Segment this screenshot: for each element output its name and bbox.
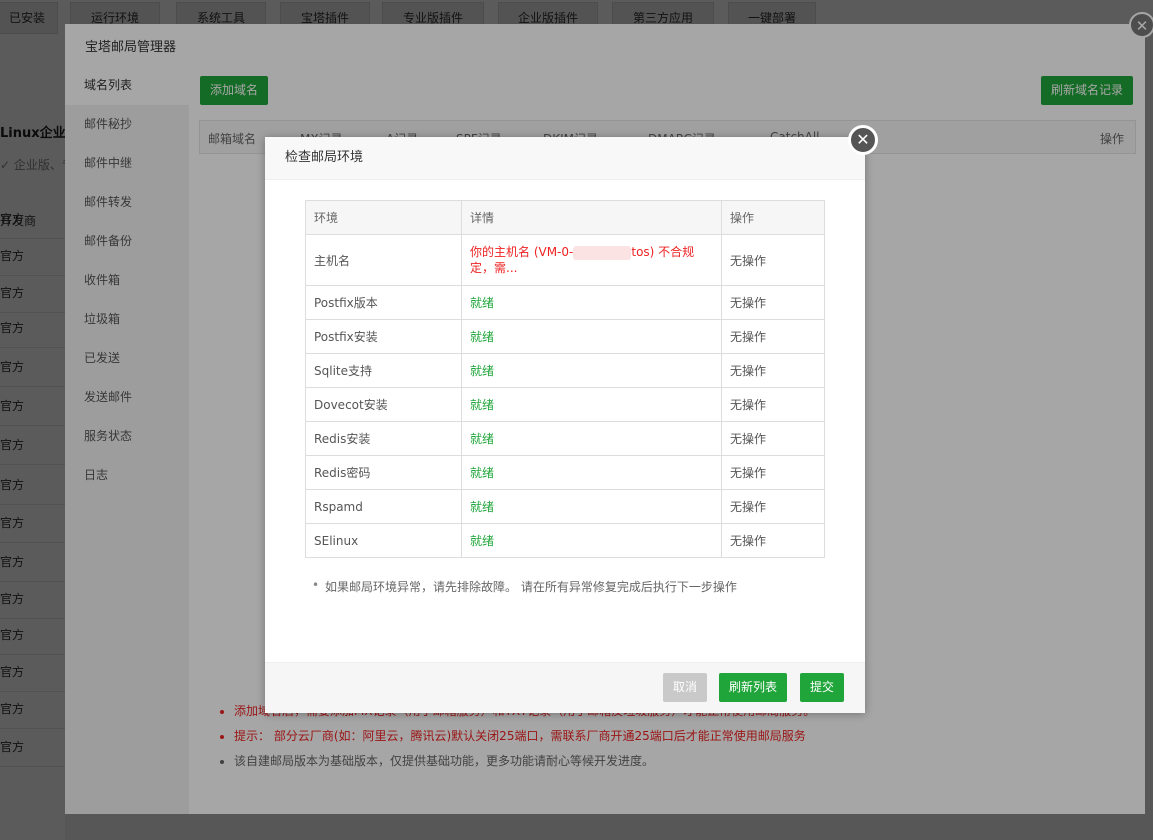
table-row: SElinux 就绪 无操作	[305, 523, 825, 558]
close-icon[interactable]: ✕	[848, 125, 878, 155]
env-detail: 就绪	[461, 353, 722, 388]
dialog-footer: 取消 刷新列表 提交	[265, 662, 865, 713]
env-name: Redis密码	[305, 455, 462, 490]
table-row: Postfix版本 就绪 无操作	[305, 285, 825, 320]
env-name: Sqlite支持	[305, 353, 462, 388]
env-detail: 你的主机名 (VM-0- tos) 不合规定，需...	[461, 234, 722, 286]
env-action: 无操作	[721, 387, 825, 422]
env-detail: 就绪	[461, 285, 722, 320]
table-row: Rspamd 就绪 无操作	[305, 489, 825, 524]
env-action: 无操作	[721, 319, 825, 354]
table-row: Dovecot安装 就绪 无操作	[305, 387, 825, 422]
env-name: Redis安装	[305, 421, 462, 456]
table-row: Sqlite支持 就绪 无操作	[305, 353, 825, 388]
dialog-note: 如果邮局环境异常，请先排除故障。 请在所有异常修复完成后执行下一步操作	[312, 578, 737, 595]
env-action: 无操作	[721, 421, 825, 456]
table-row: 主机名 你的主机名 (VM-0- tos) 不合规定，需... 无操作	[305, 234, 825, 286]
table-row: Postfix安装 就绪 无操作	[305, 319, 825, 354]
env-name: Postfix安装	[305, 319, 462, 354]
env-action: 无操作	[721, 353, 825, 388]
env-detail: 就绪	[461, 319, 722, 354]
env-name: SElinux	[305, 523, 462, 558]
table-row: Redis安装 就绪 无操作	[305, 421, 825, 456]
env-name: Rspamd	[305, 489, 462, 524]
column-header: 环境	[305, 200, 462, 235]
env-name: 主机名	[305, 234, 462, 286]
column-header: 操作	[721, 200, 825, 235]
env-detail: 就绪	[461, 421, 722, 456]
cancel-button[interactable]: 取消	[663, 673, 708, 702]
redacted-hostname	[573, 245, 632, 260]
submit-button[interactable]: 提交	[800, 673, 845, 702]
env-detail: 就绪	[461, 387, 722, 422]
dialog-title: 检查邮局环境	[265, 137, 865, 180]
env-action: 无操作	[721, 489, 825, 524]
table-header-row: 环境 详情 操作	[305, 200, 825, 235]
env-name: Dovecot安装	[305, 387, 462, 422]
env-detail: 就绪	[461, 455, 722, 490]
env-action: 无操作	[721, 234, 825, 286]
refresh-list-button[interactable]: 刷新列表	[719, 673, 788, 702]
env-action: 无操作	[721, 285, 825, 320]
column-header: 详情	[461, 200, 722, 235]
env-detail: 就绪	[461, 489, 722, 524]
environment-table: 环境 详情 操作 主机名 你的主机名 (VM-0- tos) 不合规定，需... …	[305, 200, 825, 558]
table-row: Redis密码 就绪 无操作	[305, 455, 825, 490]
env-name: Postfix版本	[305, 285, 462, 320]
check-environment-dialog: 检查邮局环境 环境 详情 操作 主机名 你的主机名 (VM-0- tos) 不合规…	[265, 137, 865, 713]
env-detail: 就绪	[461, 523, 722, 558]
env-action: 无操作	[721, 523, 825, 558]
env-action: 无操作	[721, 455, 825, 490]
